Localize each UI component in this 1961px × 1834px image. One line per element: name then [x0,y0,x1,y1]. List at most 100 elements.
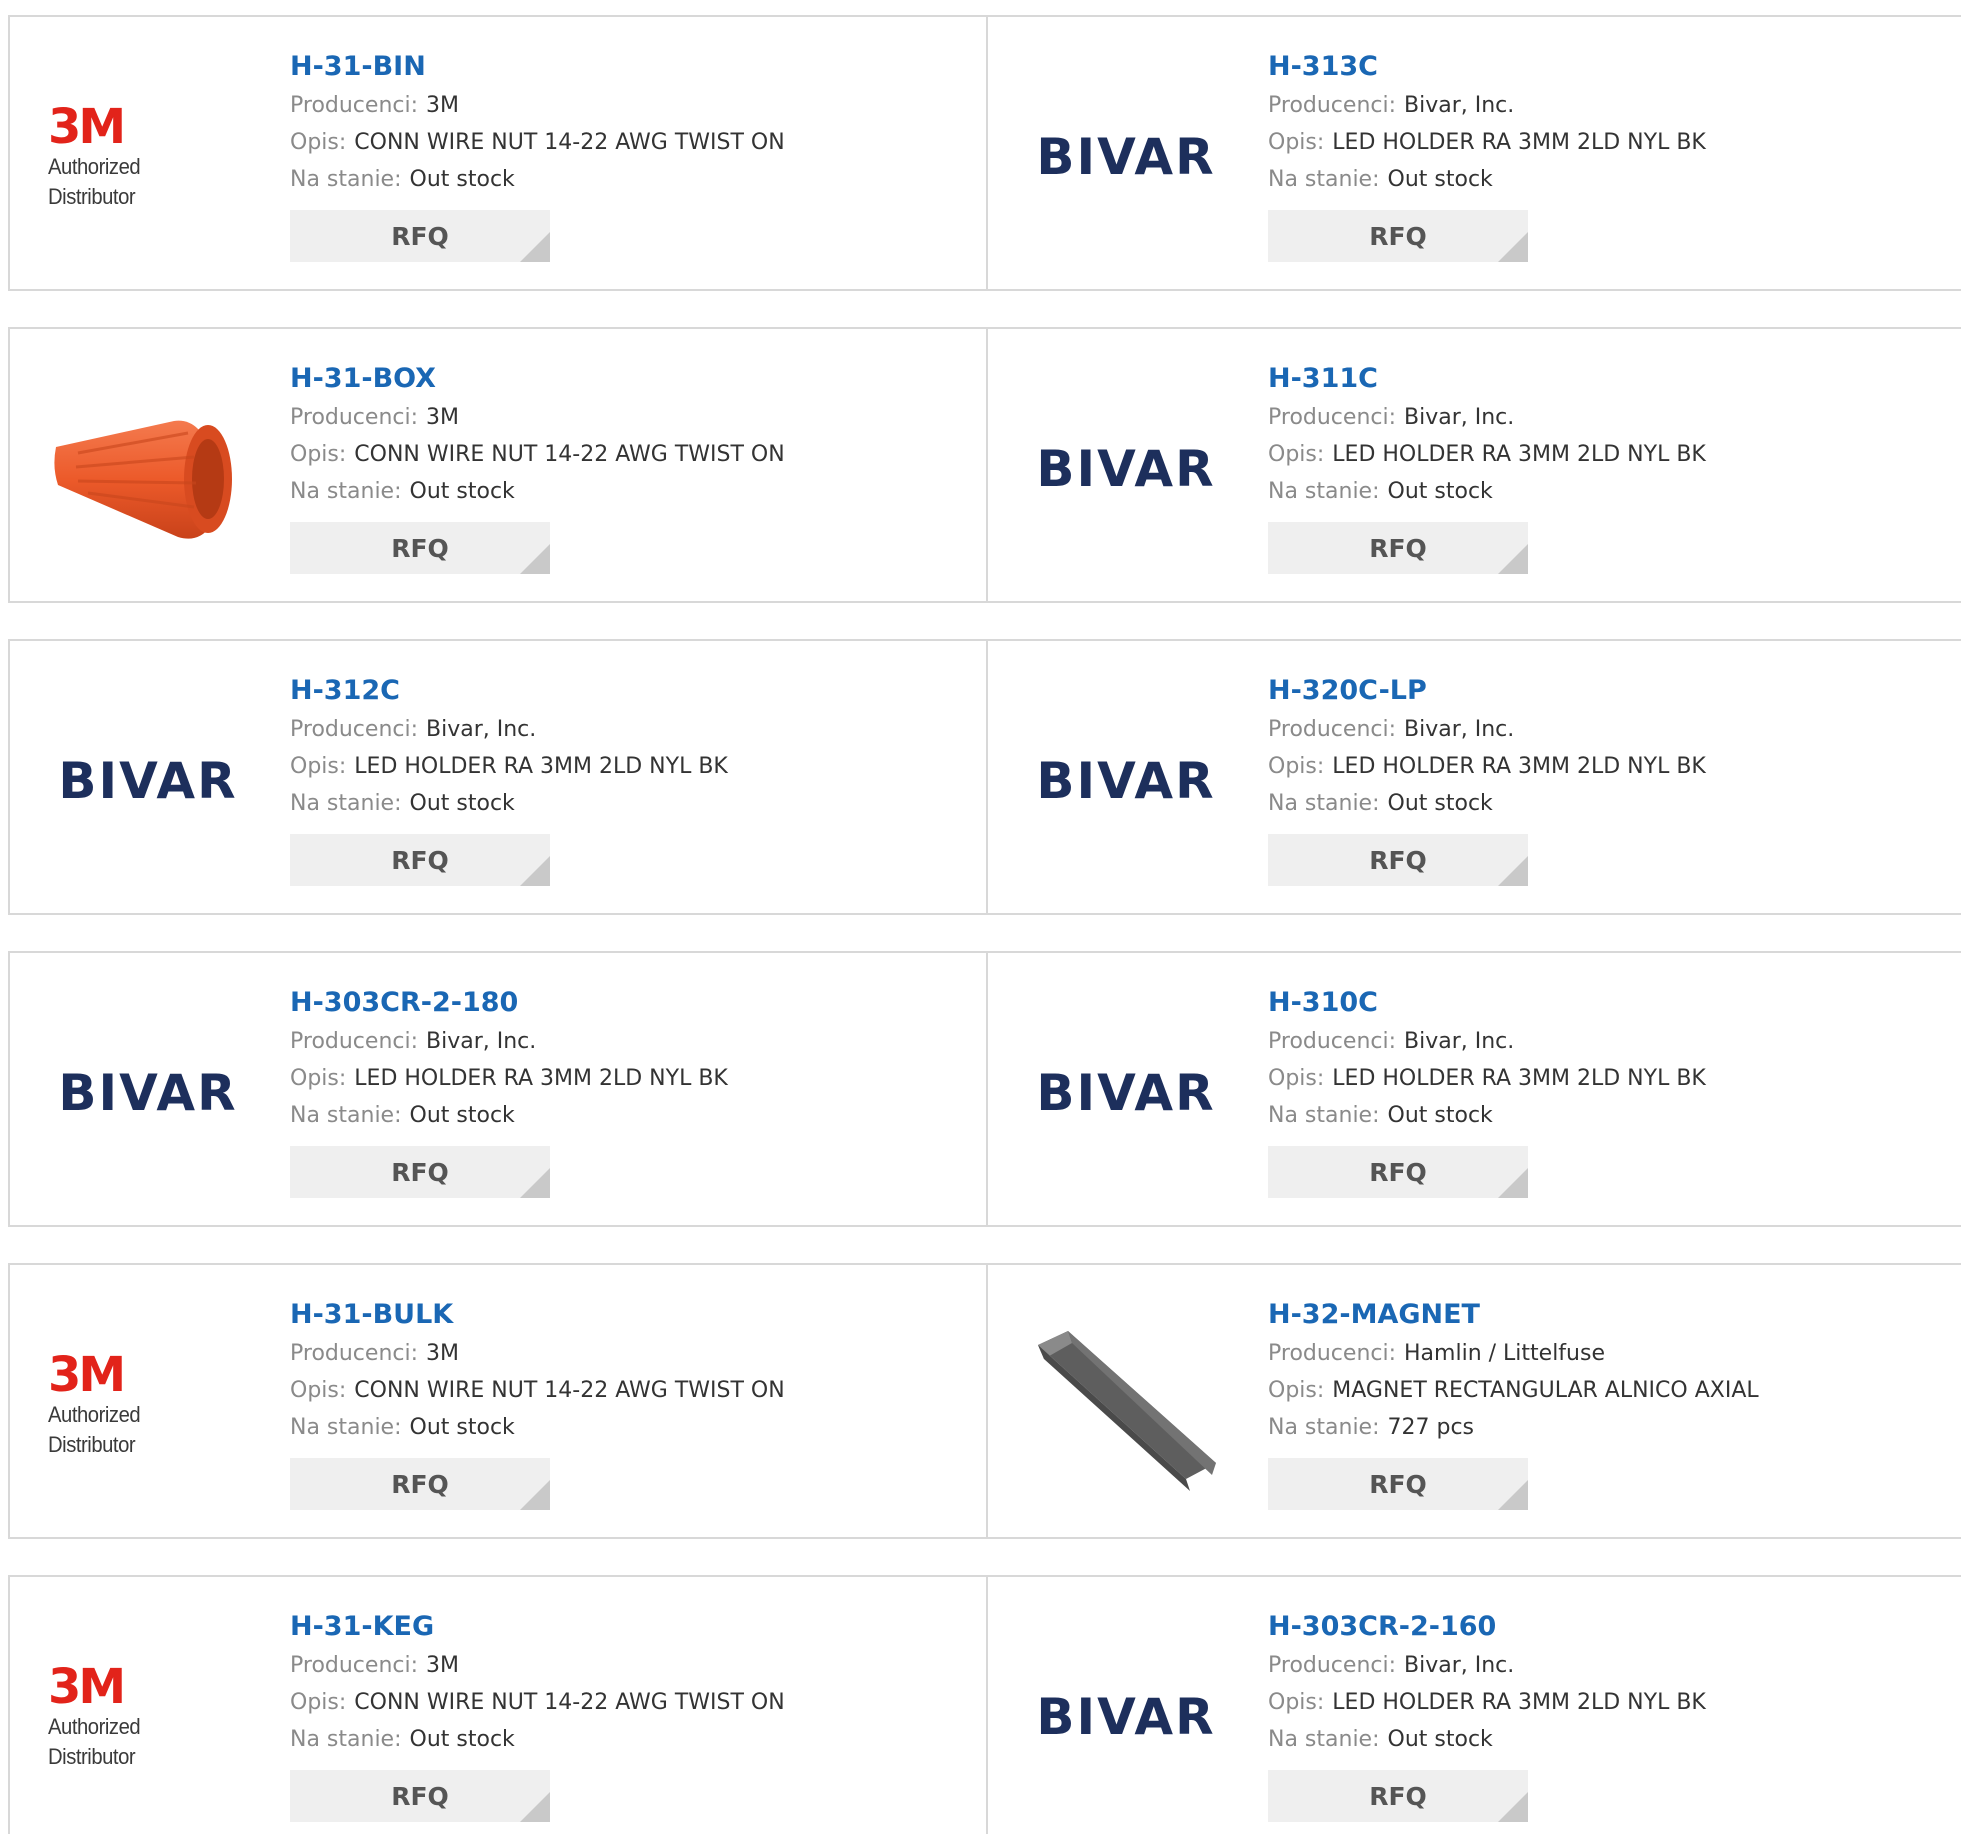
product-image[interactable] [48,369,248,569]
part-number-link[interactable]: H-310C [1268,983,1948,1023]
product-image[interactable] [1026,1305,1226,1505]
rfq-button[interactable]: RFQ [1268,1458,1528,1510]
stock-label: Na stanie: [1268,1415,1380,1440]
product-card: H-32-MAGNET Producenci: Hamlin / Littelfu… [986,1265,1961,1537]
manufacturer-value: Bivar, Inc. [1404,717,1515,742]
part-number-link[interactable]: H-32-MAGNET [1268,1295,1948,1335]
rfq-button[interactable]: RFQ [1268,522,1528,574]
part-number-link[interactable]: H-303CR-2-160 [1268,1607,1948,1647]
product-info: H-303CR-2-180 Producenci: Bivar, Inc. Opi… [290,983,970,1198]
description-label: Opis: [290,754,347,779]
bivar-logo: BIVAR [1036,440,1216,498]
product-image[interactable]: BIVAR [48,681,248,881]
manufacturer-value: Bivar, Inc. [1404,1029,1515,1054]
description-line: Opis: LED HOLDER RA 3MM 2LD NYL BK [290,748,970,785]
product-image[interactable]: BIVAR [1026,681,1226,881]
description-line: Opis: CONN WIRE NUT 14-22 AWG TWIST ON [290,1372,970,1409]
stock-line: Na stanie: 727 pcs [1268,1409,1948,1446]
manufacturer-line: Producenci: Bivar, Inc. [1268,1023,1948,1060]
product-image[interactable]: 3M Authorized Distributor [48,1305,248,1505]
stock-line: Na stanie: Out stock [1268,1097,1948,1134]
description-label: Opis: [1268,130,1325,155]
description-label: Opis: [290,1378,347,1403]
rfq-button[interactable]: RFQ [1268,834,1528,886]
product-info: H-310C Producenci: Bivar, Inc. Opis: LED H… [1268,983,1948,1198]
part-number-link[interactable]: H-303CR-2-180 [290,983,970,1023]
part-number-link[interactable]: H-320C-LP [1268,671,1948,711]
rfq-button[interactable]: RFQ [1268,1770,1528,1822]
rfq-button[interactable]: RFQ [290,1146,550,1198]
part-number-link[interactable]: H-312C [290,671,970,711]
manufacturer-value: Bivar, Inc. [426,717,537,742]
description-line: Opis: LED HOLDER RA 3MM 2LD NYL BK [290,1060,970,1097]
description-line: Opis: LED HOLDER RA 3MM 2LD NYL BK [1268,748,1948,785]
manufacturer-line: Producenci: Bivar, Inc. [290,1023,970,1060]
part-number-link[interactable]: H-311C [1268,359,1948,399]
product-image[interactable]: BIVAR [1026,1617,1226,1817]
description-value: LED HOLDER RA 3MM 2LD NYL BK [1332,130,1706,155]
part-number-link[interactable]: H-31-BOX [290,359,970,399]
product-info: H-303CR-2-160 Producenci: Bivar, Inc. Opi… [1268,1607,1948,1822]
rfq-button[interactable]: RFQ [290,522,550,574]
manufacturer-label: Producenci: [1268,93,1397,118]
description-label: Opis: [290,1690,347,1715]
product-image[interactable]: BIVAR [48,993,248,1193]
description-value: CONN WIRE NUT 14-22 AWG TWIST ON [354,130,785,155]
stock-value: Out stock [1387,791,1493,816]
manufacturer-line: Producenci: Bivar, Inc. [290,711,970,748]
description-line: Opis: LED HOLDER RA 3MM 2LD NYL BK [1268,1684,1948,1721]
product-card: H-31-BOX Producenci: 3M Opis: CONN WIRE NU… [8,329,986,601]
corner-triangle-icon [520,856,550,886]
bivar-logo: BIVAR [1036,1064,1216,1122]
3m-logo: 3M Authorized Distributor [48,1662,248,1772]
wire-nut-shape [54,420,232,539]
rfq-button-label: RFQ [391,1781,449,1811]
rfq-button[interactable]: RFQ [290,1770,550,1822]
part-number-link[interactable]: H-31-BIN [290,47,970,87]
product-info: H-31-BULK Producenci: 3M Opis: CONN WIRE N… [290,1295,970,1510]
product-grid: 3M Authorized Distributor H-31-BIN Produc… [8,15,1961,1834]
product-info: H-31-KEG Producenci: 3M Opis: CONN WIRE NU… [290,1607,970,1822]
corner-triangle-icon [520,1168,550,1198]
description-value: CONN WIRE NUT 14-22 AWG TWIST ON [354,1690,785,1715]
manufacturer-value: Bivar, Inc. [1404,405,1515,430]
product-image[interactable]: BIVAR [1026,57,1226,257]
product-row: BIVAR H-303CR-2-180 Producenci: Bivar, In… [8,951,1961,1227]
rfq-button[interactable]: RFQ [290,1458,550,1510]
product-card: 3M Authorized Distributor H-31-BULK Produ… [8,1265,986,1537]
product-image[interactable]: BIVAR [1026,993,1226,1193]
stock-value: Out stock [1387,1727,1493,1752]
part-number-link[interactable]: H-31-BULK [290,1295,970,1335]
manufacturer-value: Bivar, Inc. [426,1029,537,1054]
product-row: 3M Authorized Distributor H-31-BIN Produc… [8,15,1961,291]
rfq-button-label: RFQ [1369,1157,1427,1187]
manufacturer-value: 3M [426,405,459,430]
product-card: BIVAR H-311C Producenci: Bivar, Inc. Opis… [986,329,1961,601]
product-image[interactable]: 3M Authorized Distributor [48,57,248,257]
stock-value: Out stock [409,1103,515,1128]
bivar-logo: BIVAR [58,752,238,810]
product-card: BIVAR H-303CR-2-160 Producenci: Bivar, In… [986,1577,1961,1834]
stock-value: Out stock [409,1727,515,1752]
rfq-button[interactable]: RFQ [1268,210,1528,262]
stock-value: Out stock [409,1415,515,1440]
product-row: BIVAR H-312C Producenci: Bivar, Inc. Opis… [8,639,1961,915]
product-image[interactable]: BIVAR [1026,369,1226,569]
part-number-link[interactable]: H-313C [1268,47,1948,87]
product-card: BIVAR H-312C Producenci: Bivar, Inc. Opis… [8,641,986,913]
corner-triangle-icon [1498,856,1528,886]
description-line: Opis: LED HOLDER RA 3MM 2LD NYL BK [1268,124,1948,161]
part-number-link[interactable]: H-31-KEG [290,1607,970,1647]
rfq-button[interactable]: RFQ [290,834,550,886]
rfq-button[interactable]: RFQ [1268,1146,1528,1198]
stock-line: Na stanie: Out stock [290,1409,970,1446]
stock-value: Out stock [409,791,515,816]
product-row: H-31-BOX Producenci: 3M Opis: CONN WIRE NU… [8,327,1961,603]
product-image[interactable]: 3M Authorized Distributor [48,1617,248,1817]
bivar-logo: BIVAR [1036,1688,1216,1746]
stock-value: Out stock [409,167,515,192]
manufacturer-line: Producenci: Bivar, Inc. [1268,87,1948,124]
3m-logo-subtitle: Authorized Distributor [48,1402,141,1457]
rfq-button-label: RFQ [1369,1781,1427,1811]
rfq-button[interactable]: RFQ [290,210,550,262]
